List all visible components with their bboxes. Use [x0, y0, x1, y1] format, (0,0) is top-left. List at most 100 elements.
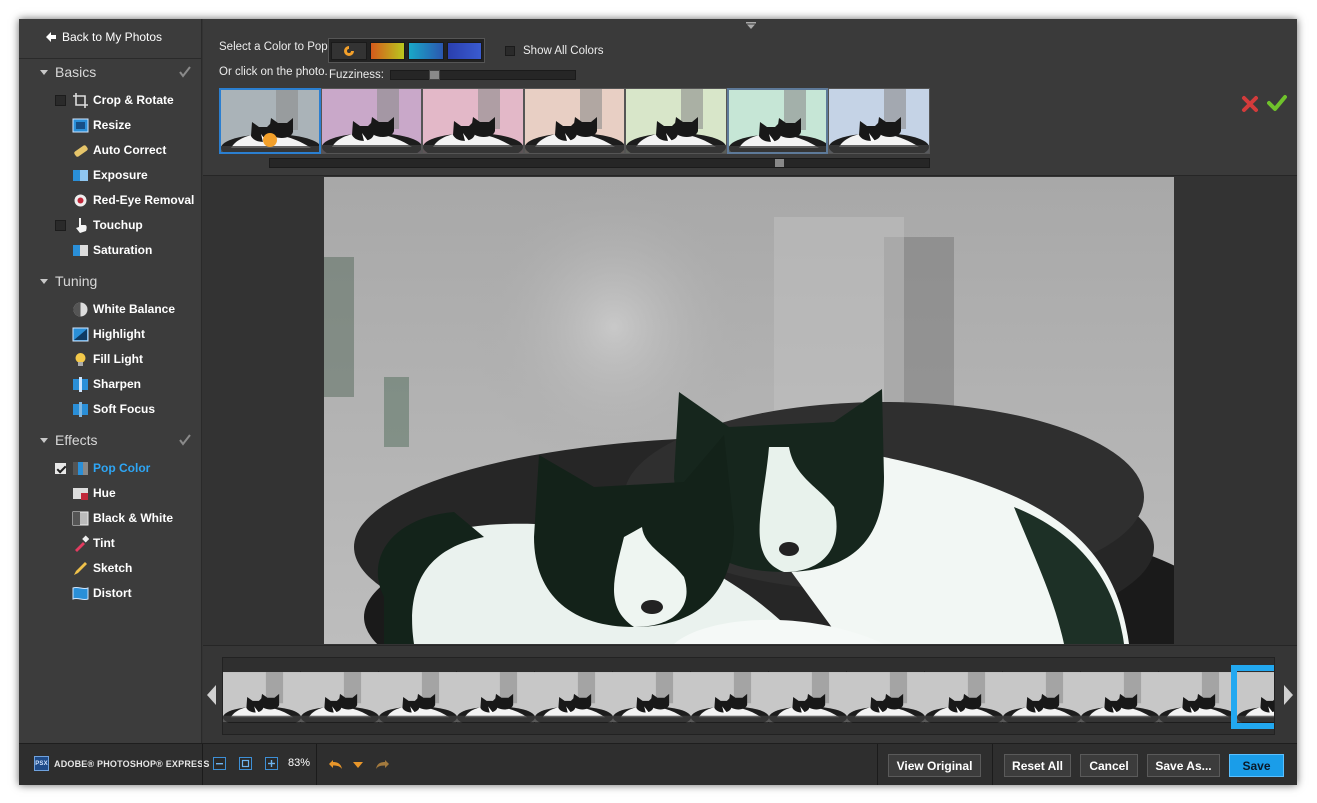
teal-blue-swatch[interactable] — [408, 41, 444, 60]
filmstrip-frame[interactable] — [925, 671, 1003, 729]
tool-tint[interactable]: Tint — [19, 532, 202, 554]
tool-checkbox[interactable] — [55, 219, 66, 231]
section-tuning[interactable]: Tuning — [40, 272, 97, 290]
tool-label: Soft Focus — [93, 402, 155, 416]
cancel-button[interactable]: Cancel — [1080, 754, 1138, 777]
tool-pop-color[interactable]: Pop Color — [19, 457, 202, 479]
color-swatch-group — [328, 38, 485, 63]
tool-label: White Balance — [93, 302, 176, 316]
tool-hue[interactable]: Hue — [19, 482, 202, 504]
back-to-photos-link[interactable]: Back to My Photos — [45, 30, 162, 44]
section-basics[interactable]: Basics — [40, 63, 96, 81]
filmstrip-frame[interactable] — [379, 671, 457, 729]
saturation-icon — [72, 242, 89, 259]
back-link-label: Back to My Photos — [62, 30, 163, 44]
tool-saturation[interactable]: Saturation — [19, 239, 202, 261]
tool-label: Resize — [93, 118, 132, 132]
fuzziness-slider[interactable] — [390, 70, 576, 80]
exposure-icon — [72, 167, 89, 184]
filmstrip-next-icon[interactable] — [1284, 685, 1293, 705]
filmstrip-frame[interactable] — [223, 671, 301, 729]
reset-all-button[interactable]: Reset All — [1004, 754, 1071, 777]
pop-color-preset-thumbnail[interactable] — [828, 88, 930, 154]
filmstrip-frame[interactable] — [769, 671, 847, 729]
tool-red-eye-removal[interactable]: Red-Eye Removal — [19, 189, 202, 211]
filmstrip-frame[interactable] — [535, 671, 613, 729]
tool-label: Crop & Rotate — [93, 93, 174, 107]
presets-scroll-thumb[interactable] — [775, 159, 784, 167]
fuzziness-slider-thumb[interactable] — [429, 70, 440, 80]
eyedropper-swatch[interactable] — [331, 41, 367, 60]
filmstrip-frame[interactable] — [613, 671, 691, 729]
orange-yellow-swatch[interactable] — [369, 41, 405, 60]
filmstrip-frames-container — [222, 657, 1275, 735]
collapse-triangle-icon — [40, 278, 48, 284]
tool-crop-rotate[interactable]: Crop & Rotate — [19, 89, 202, 111]
tool-touchup[interactable]: Touchup — [19, 214, 202, 236]
view-original-button[interactable]: View Original — [888, 754, 981, 777]
show-all-colors-checkbox[interactable]: Show All Colors — [505, 45, 604, 57]
tool-soft-focus[interactable]: Soft Focus — [19, 398, 202, 420]
highlight-icon — [72, 326, 89, 343]
photoshop-express-window: Back to My Photos Basics Crop & Rotate Res… — [19, 19, 1297, 785]
filmstrip-frame[interactable] — [691, 671, 769, 729]
tool-sketch[interactable]: Sketch — [19, 557, 202, 579]
presets-scrollbar[interactable] — [269, 158, 930, 168]
apply-effect-icon[interactable] — [1267, 94, 1287, 112]
app-name: ADOBE® PHOTOSHOP® EXPRESS — [54, 758, 210, 769]
tool-distort[interactable]: Distort — [19, 582, 202, 604]
tool-exposure[interactable]: Exposure — [19, 164, 202, 186]
tool-label: Fill Light — [93, 352, 143, 366]
pop-color-presets — [219, 88, 930, 154]
filmstrip-frame[interactable] — [847, 671, 925, 729]
panel-collapse-icon[interactable] — [746, 22, 756, 30]
tool-black-white[interactable]: Black & White — [19, 507, 202, 529]
tool-auto-correct[interactable]: Auto Correct — [19, 139, 202, 161]
pop-color-options-panel: Select a Color to Pop: Or click on the p… — [203, 19, 1297, 176]
section-effects[interactable]: Effects — [40, 431, 98, 449]
tool-checkbox[interactable] — [55, 462, 66, 474]
tool-fill-light[interactable]: Fill Light — [19, 348, 202, 370]
cancel-effect-icon[interactable] — [1241, 95, 1259, 113]
filmstrip-frame[interactable] — [301, 671, 379, 729]
fit-to-window-button[interactable] — [239, 757, 252, 770]
tool-checkbox[interactable] — [55, 94, 66, 106]
click-photo-label: Or click on the photo. — [219, 66, 328, 78]
filmstrip-frame[interactable] — [1159, 671, 1237, 729]
undo-icon[interactable] — [328, 756, 344, 772]
save-button[interactable]: Save — [1229, 754, 1284, 777]
pop-color-preset-thumbnail[interactable] — [523, 88, 626, 154]
tool-highlight[interactable]: Highlight — [19, 323, 202, 345]
pop-color-preset-thumbnail[interactable] — [219, 88, 321, 154]
photo-canvas-area — [203, 177, 1297, 644]
filmstrip-prev-icon[interactable] — [207, 685, 216, 705]
pop-color-preset-thumbnail[interactable] — [320, 88, 423, 154]
filmstrip-frame[interactable] — [457, 671, 535, 729]
tool-sharpen[interactable]: Sharpen — [19, 373, 202, 395]
filmstrip-frame[interactable] — [1003, 671, 1081, 729]
history-dropdown-icon[interactable] — [352, 756, 364, 772]
redo-icon[interactable] — [374, 756, 390, 772]
tool-resize[interactable]: Resize — [19, 114, 202, 136]
select-color-label: Select a Color to Pop: — [219, 41, 331, 53]
pop-color-preset-thumbnail[interactable] — [625, 88, 727, 154]
soft-focus-icon — [72, 401, 89, 418]
filmstrip-frame[interactable] — [1081, 671, 1159, 729]
blue-swatch[interactable] — [446, 41, 482, 60]
zoom-out-button[interactable] — [213, 757, 226, 770]
sketch-pencil-icon — [72, 560, 89, 577]
cats-photo[interactable] — [324, 177, 1174, 644]
save-as-button[interactable]: Save As... — [1147, 754, 1220, 777]
app-brand: PSX ADOBE® PHOTOSHOP® EXPRESS — [34, 756, 210, 771]
sharpen-icon — [72, 376, 89, 393]
color-picker-icon — [343, 45, 354, 56]
tools-sidebar: Back to My Photos Basics Crop & Rotate Res… — [19, 19, 202, 743]
divider — [202, 744, 203, 785]
pop-color-preset-thumbnail[interactable] — [726, 88, 829, 154]
pop-color-preset-thumbnail[interactable] — [422, 88, 524, 154]
tool-white-balance[interactable]: White Balance — [19, 298, 202, 320]
cats-photo-image — [324, 177, 1174, 644]
tool-label: Red-Eye Removal — [93, 193, 195, 207]
filmstrip-frame[interactable] — [1231, 665, 1274, 729]
zoom-in-button[interactable] — [265, 757, 278, 770]
